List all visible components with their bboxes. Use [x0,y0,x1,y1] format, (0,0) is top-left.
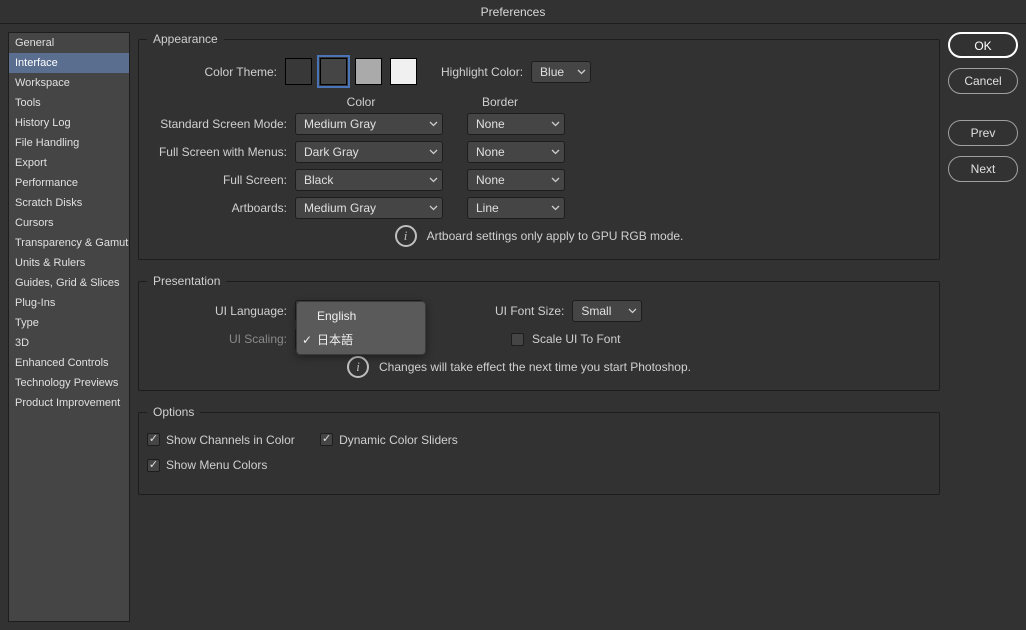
sidebar-item-product-improvement[interactable]: Product Improvement [9,393,129,413]
screen-mode-border-dropdown[interactable]: Line [467,197,565,219]
chevron-down-icon [429,177,438,183]
ui-language-label: UI Language: [147,304,287,318]
sidebar-item-enhanced-controls[interactable]: Enhanced Controls [9,353,129,373]
preferences-body: GeneralInterfaceWorkspaceToolsHistory Lo… [0,24,1026,630]
screen-mode-color-dropdown[interactable]: Black [295,169,443,191]
appearance-group: Appearance Color Theme: Highlight Color:… [138,32,940,260]
sidebar-item-general[interactable]: General [9,33,129,53]
ok-button[interactable]: OK [948,32,1018,58]
ui-scaling-label: UI Scaling: [147,332,287,346]
screen-mode-label: Full Screen: [147,173,287,187]
sidebar-item-history-log[interactable]: History Log [9,113,129,133]
column-header-color: Color [287,95,435,109]
color-theme-swatch[interactable] [390,58,417,85]
chevron-down-icon [551,149,560,155]
sidebar-item-file-handling[interactable]: File Handling [9,133,129,153]
dialog-buttons: OK Cancel Prev Next [948,32,1018,622]
ui-language-option[interactable]: ✓日本語 [297,328,425,352]
prev-button[interactable]: Prev [948,120,1018,146]
info-icon: i [347,356,369,378]
screen-mode-border-dropdown[interactable]: None [467,141,565,163]
ui-language-option[interactable]: English [297,304,425,328]
sidebar-item-transparency-gamut[interactable]: Transparency & Gamut [9,233,129,253]
sidebar-item-workspace[interactable]: Workspace [9,73,129,93]
sidebar-item-units-rulers[interactable]: Units & Rulers [9,253,129,273]
screen-mode-color-dropdown[interactable]: Medium Gray [295,113,443,135]
appearance-legend: Appearance [147,32,224,46]
presentation-legend: Presentation [147,274,226,288]
screen-mode-label: Standard Screen Mode: [147,117,287,131]
show-menu-colors-checkbox[interactable] [147,459,160,472]
color-theme-swatch[interactable] [285,58,312,85]
category-sidebar: GeneralInterfaceWorkspaceToolsHistory Lo… [8,32,130,622]
chevron-down-icon [429,205,438,211]
ui-font-size-label: UI Font Size: [495,304,564,318]
options-legend: Options [147,405,200,419]
column-header-border: Border [451,95,549,109]
screen-mode-label: Full Screen with Menus: [147,145,287,159]
info-icon: i [395,225,417,247]
presentation-group: Presentation UI Language: English Englis… [138,274,940,391]
screen-mode-color-dropdown[interactable]: Dark Gray [295,141,443,163]
sidebar-item-interface[interactable]: Interface [9,53,129,73]
highlight-color-label: Highlight Color: [441,65,523,79]
chevron-down-icon [628,308,637,314]
show-channels-checkbox[interactable] [147,433,160,446]
next-button[interactable]: Next [948,156,1018,182]
sidebar-item-plug-ins[interactable]: Plug-Ins [9,293,129,313]
chevron-down-icon [577,69,586,75]
screen-mode-label: Artboards: [147,201,287,215]
screen-mode-border-dropdown[interactable]: None [467,169,565,191]
chevron-down-icon [551,205,560,211]
appearance-info-text: Artboard settings only apply to GPU RGB … [427,229,684,243]
presentation-info-text: Changes will take effect the next time y… [379,360,691,374]
options-group: Options Show Channels in Color Dynamic C… [138,405,940,495]
chevron-down-icon [551,121,560,127]
chevron-down-icon [551,177,560,183]
color-theme-swatch[interactable] [355,58,382,85]
main-panel: Appearance Color Theme: Highlight Color:… [138,32,940,622]
dynamic-sliders-checkbox[interactable] [320,433,333,446]
dynamic-sliders-label: Dynamic Color Sliders [339,433,458,447]
highlight-color-dropdown[interactable]: Blue [531,61,591,83]
sidebar-item-performance[interactable]: Performance [9,173,129,193]
sidebar-item-cursors[interactable]: Cursors [9,213,129,233]
show-channels-label: Show Channels in Color [166,433,295,447]
ui-font-size-dropdown[interactable]: Small [572,300,642,322]
screen-mode-color-dropdown[interactable]: Medium Gray [295,197,443,219]
screen-mode-border-dropdown[interactable]: None [467,113,565,135]
sidebar-item-tools[interactable]: Tools [9,93,129,113]
scale-ui-to-font-label: Scale UI To Font [532,332,621,346]
color-theme-swatch[interactable] [320,58,347,85]
color-theme-swatches [285,58,417,85]
sidebar-item-type[interactable]: Type [9,313,129,333]
show-menu-colors-label: Show Menu Colors [166,458,267,472]
sidebar-item-technology-previews[interactable]: Technology Previews [9,373,129,393]
color-theme-label: Color Theme: [147,65,277,79]
check-icon: ✓ [302,330,312,350]
sidebar-item-scratch-disks[interactable]: Scratch Disks [9,193,129,213]
window-title: Preferences [0,0,1026,24]
ui-language-dropdown[interactable]: English English✓日本語 [295,300,423,322]
chevron-down-icon [429,121,438,127]
ui-language-menu: English✓日本語 [296,301,426,355]
cancel-button[interactable]: Cancel [948,68,1018,94]
scale-ui-to-font-checkbox[interactable] [511,333,524,346]
sidebar-item-3d[interactable]: 3D [9,333,129,353]
chevron-down-icon [429,149,438,155]
sidebar-item-export[interactable]: Export [9,153,129,173]
sidebar-item-guides-grid-slices[interactable]: Guides, Grid & Slices [9,273,129,293]
